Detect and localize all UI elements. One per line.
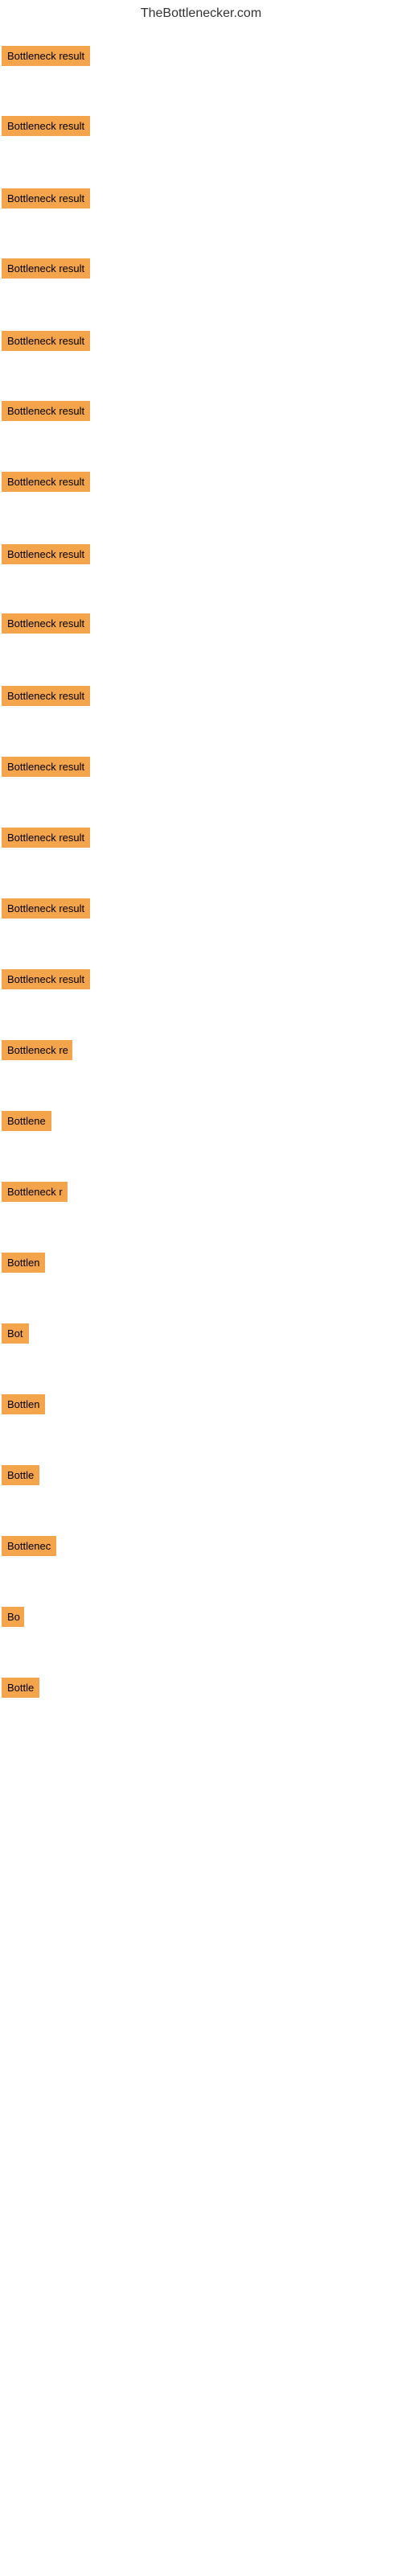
items-container (0, 24, 402, 27)
bottleneck-badge-24[interactable]: Bottle (2, 1678, 39, 1698)
bottleneck-badge-8[interactable]: Bottleneck result (2, 544, 90, 564)
bottleneck-item-21: Bottle (2, 1465, 39, 1489)
bottleneck-item-13: Bottleneck result (2, 898, 90, 923)
bottleneck-badge-17[interactable]: Bottleneck r (2, 1182, 68, 1202)
bottleneck-badge-14[interactable]: Bottleneck result (2, 969, 90, 989)
bottleneck-badge-2[interactable]: Bottleneck result (2, 116, 90, 136)
bottleneck-item-6: Bottleneck result (2, 401, 90, 425)
bottleneck-badge-7[interactable]: Bottleneck result (2, 472, 90, 492)
bottleneck-item-22: Bottlenec (2, 1536, 56, 1560)
bottleneck-item-2: Bottleneck result (2, 116, 90, 140)
bottleneck-item-23: Bo (2, 1607, 24, 1631)
bottleneck-item-20: Bottlen (2, 1394, 45, 1418)
bottleneck-item-15: Bottleneck re (2, 1040, 72, 1064)
bottleneck-badge-1[interactable]: Bottleneck result (2, 46, 90, 66)
bottleneck-badge-19[interactable]: Bot (2, 1323, 29, 1344)
bottleneck-badge-16[interactable]: Bottlene (2, 1111, 51, 1131)
bottleneck-item-1: Bottleneck result (2, 46, 90, 70)
bottleneck-badge-22[interactable]: Bottlenec (2, 1536, 56, 1556)
bottleneck-item-19: Bot (2, 1323, 29, 1348)
bottleneck-item-4: Bottleneck result (2, 258, 90, 283)
bottleneck-item-10: Bottleneck result (2, 686, 90, 710)
bottleneck-item-18: Bottlen (2, 1253, 45, 1277)
bottleneck-badge-5[interactable]: Bottleneck result (2, 331, 90, 351)
bottleneck-item-24: Bottle (2, 1678, 39, 1702)
site-title: TheBottlenecker.com (0, 0, 402, 24)
bottleneck-badge-4[interactable]: Bottleneck result (2, 258, 90, 279)
bottleneck-item-8: Bottleneck result (2, 544, 90, 568)
bottleneck-item-9: Bottleneck result (2, 613, 90, 638)
bottleneck-badge-20[interactable]: Bottlen (2, 1394, 45, 1414)
bottleneck-item-12: Bottleneck result (2, 828, 90, 852)
bottleneck-item-17: Bottleneck r (2, 1182, 68, 1206)
bottleneck-item-11: Bottleneck result (2, 757, 90, 781)
bottleneck-item-14: Bottleneck result (2, 969, 90, 993)
bottleneck-badge-3[interactable]: Bottleneck result (2, 188, 90, 208)
bottleneck-item-3: Bottleneck result (2, 188, 90, 213)
bottleneck-badge-18[interactable]: Bottlen (2, 1253, 45, 1273)
bottleneck-badge-10[interactable]: Bottleneck result (2, 686, 90, 706)
bottleneck-item-7: Bottleneck result (2, 472, 90, 496)
bottleneck-item-5: Bottleneck result (2, 331, 90, 355)
bottleneck-badge-6[interactable]: Bottleneck result (2, 401, 90, 421)
bottleneck-badge-13[interactable]: Bottleneck result (2, 898, 90, 919)
bottleneck-badge-12[interactable]: Bottleneck result (2, 828, 90, 848)
bottleneck-badge-15[interactable]: Bottleneck re (2, 1040, 72, 1060)
bottleneck-badge-11[interactable]: Bottleneck result (2, 757, 90, 777)
bottleneck-badge-23[interactable]: Bo (2, 1607, 24, 1627)
bottleneck-item-16: Bottlene (2, 1111, 51, 1135)
bottleneck-badge-9[interactable]: Bottleneck result (2, 613, 90, 634)
bottleneck-badge-21[interactable]: Bottle (2, 1465, 39, 1485)
